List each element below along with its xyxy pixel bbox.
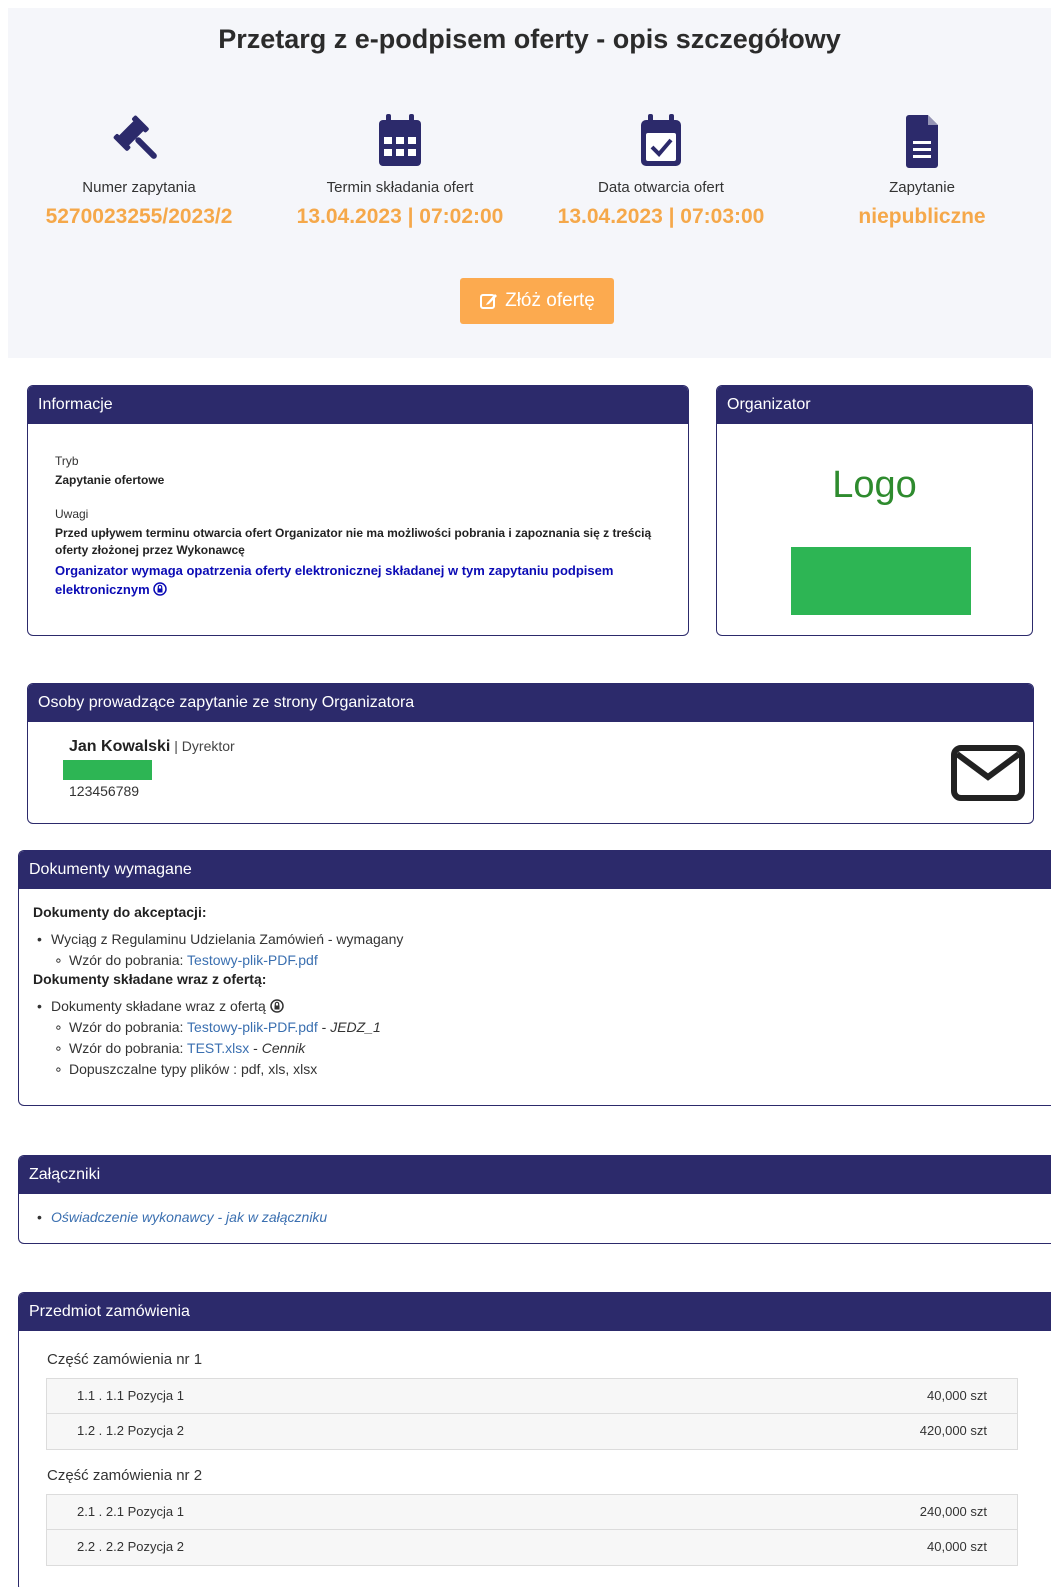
order-part-title: Część zamówienia nr 2 [47,1467,203,1484]
template-file-link[interactable]: Testowy-plik-PDF.pdf [187,952,318,968]
stat-label: Termin składania ofert [326,179,474,196]
stat-opening-date: Data otwarcia ofert 13.04.2023 | 07:03:0… [530,113,792,229]
order-part-table: 1.1 . 1.1 Pozycja 1 40,000 szt 1.2 . 1.2 … [46,1378,1018,1450]
table-row: 2.2 . 2.2 Pozycja 2 40,000 szt [47,1530,1017,1565]
list-item: Dokumenty składane wraz z ofertą Wzór do… [33,996,1051,1080]
accept-documents-list: Wyciąg z Regulaminu Udzielania Zamówień … [33,929,1051,971]
list-item: Oświadczenie wykonawcy - jak w załącznik… [33,1207,1051,1228]
attachments-panel: Załączniki Oświadczenie wykonawcy - jak … [18,1155,1051,1244]
contacts-panel: Osoby prowadzące zapytanie ze strony Org… [27,683,1034,824]
accept-documents-heading: Dokumenty do akceptacji: [33,904,207,920]
required-documents-title: Dokumenty wymagane [19,851,1051,889]
request-number-value: 5270023255/2023/2 [45,205,233,228]
template-file-link[interactable]: TEST.xlsx [187,1040,249,1056]
offer-documents-heading: Dokumenty składane wraz z ofertą: [33,971,267,987]
stat-submission-deadline: Termin składania ofert 13.04.2023 | 07:0… [269,113,531,229]
gavel-icon [113,115,157,159]
info-panel: Informacje Tryb Zapytanie ofertowe Uwagi… [27,385,689,636]
order-part-table: 2.1 . 2.1 Pozycja 1 240,000 szt 2.2 . 2.2… [46,1494,1018,1566]
contact-role: Dyrektor [181,738,235,754]
mode-label: Tryb [55,454,79,468]
stat-label: Data otwarcia ofert [598,179,724,196]
edit-icon [480,294,498,309]
calendar-check-icon [641,114,681,166]
order-part-title: Część zamówienia nr 1 [47,1351,203,1368]
submit-offer-button[interactable]: Złóż ofertę [460,278,614,324]
offer-documents-list: Dokumenty składane wraz z ofertą Wzór do… [33,996,1051,1080]
submission-deadline-value: 13.04.2023 | 07:02:00 [296,205,504,228]
table-row: 2.1 . 2.1 Pozycja 1 240,000 szt [47,1495,1017,1530]
stat-label: Zapytanie [889,179,955,196]
table-row: 1.2 . 1.2 Pozycja 2 420,000 szt [47,1414,1017,1449]
mode-value: Zapytanie ofertowe [55,473,165,487]
stat-request-type: Zapytanie niepubliczne [791,113,1051,229]
opening-date-value: 13.04.2023 | 07:03:00 [557,205,765,228]
required-documents-panel: Dokumenty wymagane Dokumenty do akceptac… [18,850,1051,1106]
order-subject-panel: Przedmiot zamówienia Część zamówienia nr… [18,1292,1051,1587]
mail-icon[interactable] [950,744,1026,802]
contact-phone: 123456789 [69,783,140,799]
attachments-title: Załączniki [19,1156,1051,1194]
redacted-block [791,547,971,615]
e-signature-notice: Organizator wymaga opatrzenia oferty ele… [55,563,614,597]
attachments-list: Oświadczenie wykonawcy - jak w załącznik… [33,1207,1051,1228]
notes-value: Przed upływem terminu otwarcia ofert Org… [55,526,652,557]
order-subject-title: Przedmiot zamówienia [19,1293,1051,1331]
notes-label: Uwagi [55,507,89,521]
lock-icon [269,999,284,1013]
calendar-icon [379,114,421,166]
list-item: Dopuszczalne typy plików : pdf, xls, xls… [51,1059,1051,1080]
stat-request-number: Numer zapytania 5270023255/2023/2 [8,113,270,229]
document-icon [906,115,938,168]
contacts-panel-title: Osoby prowadzące zapytanie ze strony Org… [28,684,1033,722]
organizer-logo: Logo [832,464,917,506]
stat-label: Numer zapytania [82,179,196,196]
organizer-panel: Organizator Logo [716,385,1033,636]
attachment-link[interactable]: Oświadczenie wykonawcy - jak w załącznik… [51,1209,327,1225]
list-item: Wzór do pobrania: TEST.xlsx - Cennik [51,1038,1051,1059]
request-summary: Przetarg z e-podpisem oferty - opis szcz… [8,8,1051,358]
contact-person: Jan Kowalski | Dyrektor [69,738,235,755]
table-row: 1.1 . 1.1 Pozycja 1 40,000 szt [47,1379,1017,1414]
list-item: Wzór do pobrania: Testowy-plik-PDF.pdf [51,950,1051,971]
organizer-panel-title: Organizator [717,386,1032,424]
info-panel-title: Informacje [28,386,688,424]
contact-name: Jan Kowalski [69,738,171,755]
lock-icon [153,582,168,596]
page-title: Przetarg z e-podpisem oferty - opis szcz… [218,24,841,54]
list-item: Wyciąg z Regulaminu Udzielania Zamówień … [33,929,1051,971]
request-type-value: niepubliczne [858,205,986,228]
redacted-email [63,760,152,780]
template-file-link[interactable]: Testowy-plik-PDF.pdf [187,1019,318,1035]
list-item: Wzór do pobrania: Testowy-plik-PDF.pdf -… [51,1017,1051,1038]
submit-offer-label: Złóż ofertę [505,290,595,311]
